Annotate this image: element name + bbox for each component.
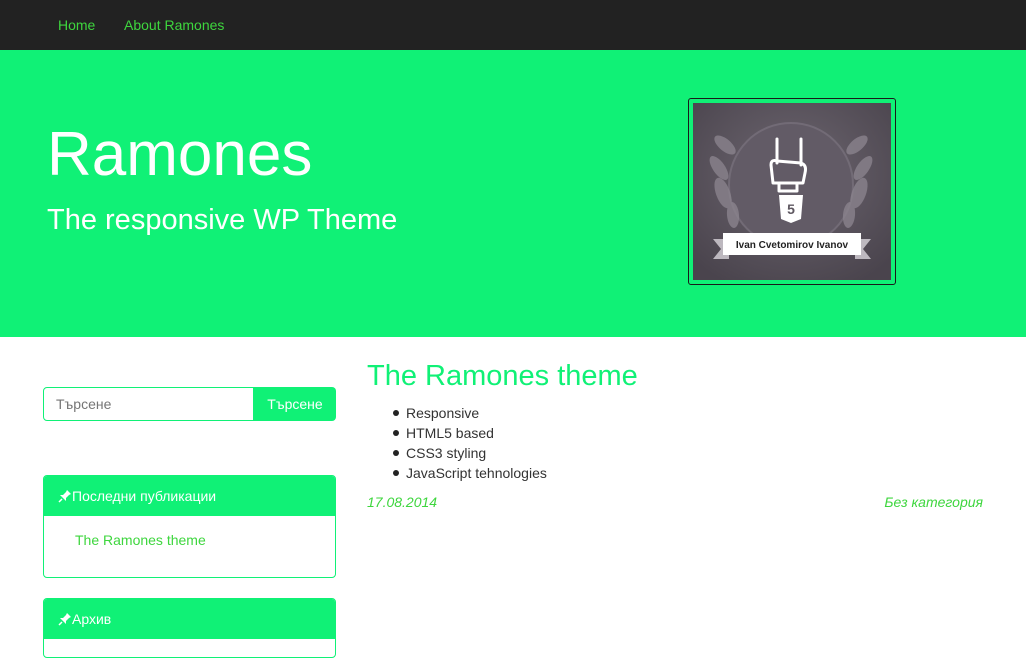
pushpin-icon [58, 490, 71, 503]
recent-posts-body: The Ramones theme [44, 516, 335, 566]
post-feature-list: Responsive HTML5 based CSS3 styling Java… [393, 403, 547, 483]
site-tagline: The responsive WP Theme [47, 204, 398, 236]
list-item: HTML5 based [393, 423, 547, 443]
post-category-link[interactable]: Без категория [884, 494, 983, 510]
site-title[interactable]: Ramones [47, 120, 312, 190]
logo-caption: Ivan Cvetomirov Ivanov [736, 240, 849, 251]
recent-posts-title: Последни публикации [72, 488, 217, 504]
rock-hand-emblem-icon: 5 Ivan Cvetomirov Ivanov [693, 103, 891, 280]
archive-title: Архив [72, 611, 112, 627]
list-item: CSS3 styling [393, 443, 547, 463]
svg-text:5: 5 [787, 201, 795, 217]
nav-link-home[interactable]: Home [58, 17, 95, 33]
pushpin-icon [58, 613, 71, 626]
archive-widget: Архив [43, 598, 336, 658]
recent-posts-widget: Последни публикации The Ramones theme [43, 475, 336, 578]
recent-posts-heading: Последни публикации [44, 476, 335, 516]
top-navbar: Home About Ramones [0, 0, 1026, 50]
archive-heading: Архив [44, 599, 335, 639]
search-input[interactable] [43, 387, 254, 421]
nav-link-about[interactable]: About Ramones [124, 17, 224, 33]
logo-image: 5 Ivan Cvetomirov Ivanov [693, 103, 891, 280]
recent-post-link[interactable]: The Ramones theme [75, 532, 206, 548]
list-item: JavaScript tehnologies [393, 465, 547, 481]
post-date: 17.08.2014 [367, 494, 438, 510]
list-item: Responsive [393, 403, 547, 423]
post-title[interactable]: The Ramones theme [367, 358, 638, 394]
search-button[interactable]: Търсене [254, 387, 336, 421]
search-form: Търсене [43, 387, 336, 421]
author-logo: 5 Ivan Cvetomirov Ivanov [688, 98, 896, 285]
